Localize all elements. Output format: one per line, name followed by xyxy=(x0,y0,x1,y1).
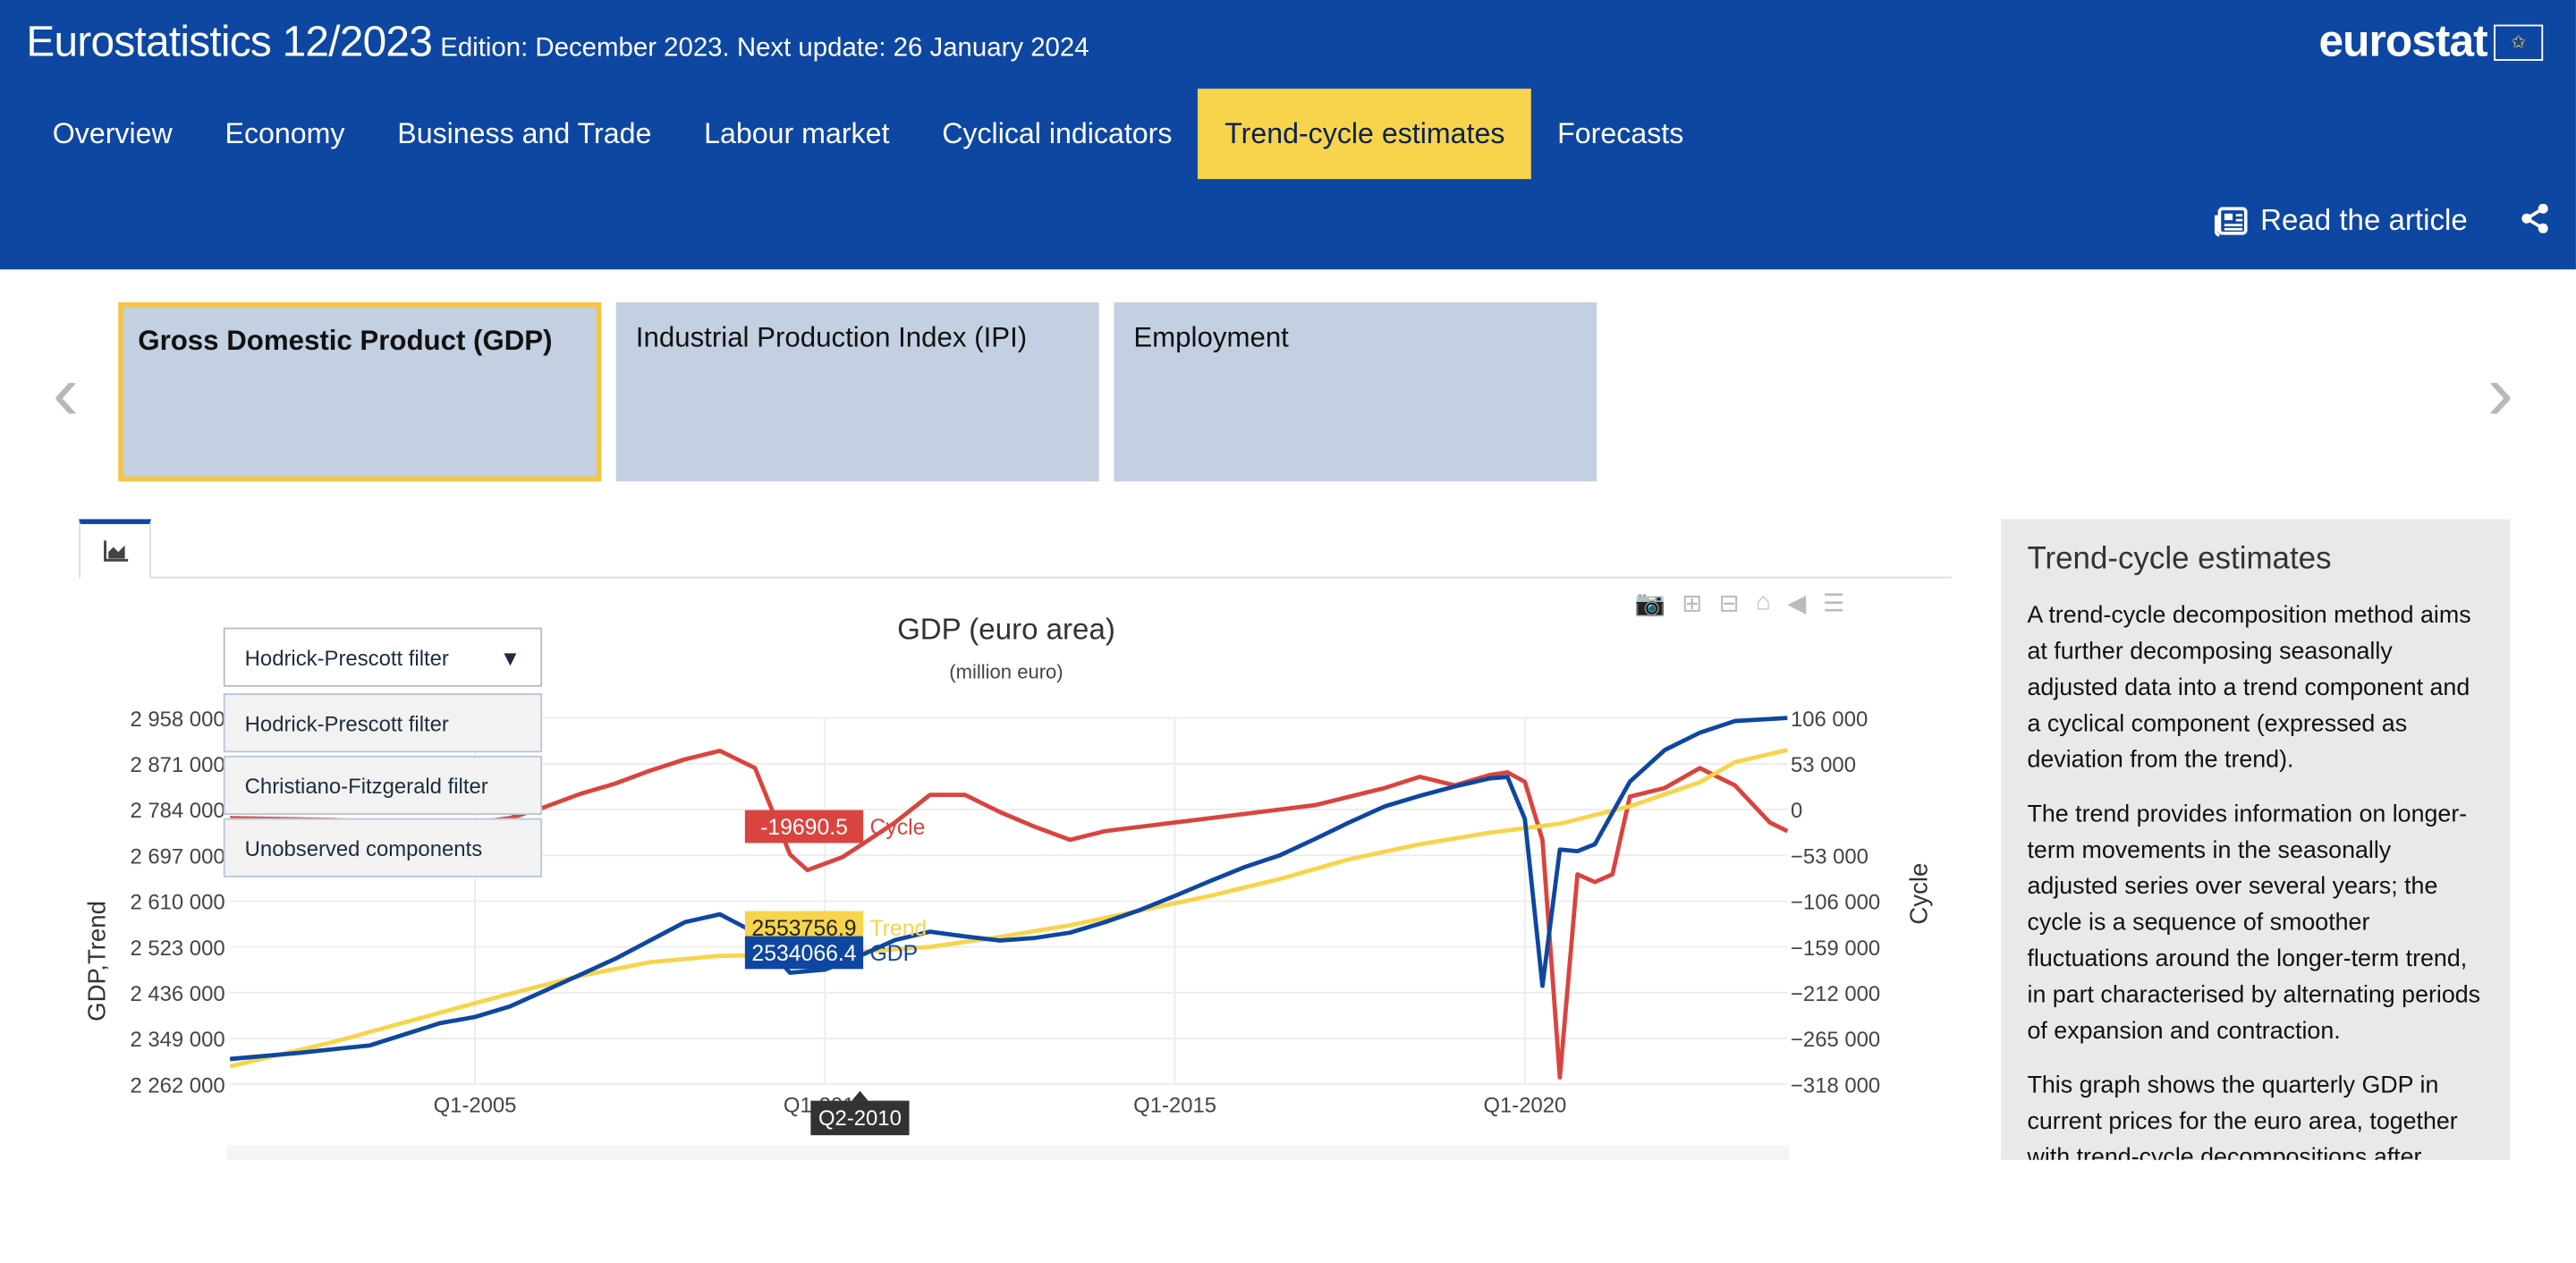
y-tick-label: 2 436 000 xyxy=(130,982,225,1006)
read-article-label: Read the article xyxy=(2260,203,2468,237)
edition-info: Edition: December 2023. Next update: 26 … xyxy=(440,34,1089,63)
y-tick-label: 2 871 000 xyxy=(130,753,225,777)
logo-text: eurostat xyxy=(2318,16,2487,66)
info-panel-title: Trend-cycle estimates xyxy=(2027,542,2332,577)
filter-dropdown[interactable]: Hodrick-Prescott filter ▼ xyxy=(223,627,543,687)
nav-overview[interactable]: Overview xyxy=(26,89,199,179)
filter-option-hp[interactable]: Hodrick-Prescott filter xyxy=(223,693,543,753)
info-paragraph-1: A trend-cycle decomposition method aims … xyxy=(2027,603,2471,775)
y-tick-label: 2 262 000 xyxy=(130,1073,225,1098)
nav-labour-market[interactable]: Labour market xyxy=(678,89,916,179)
y2-tick-label: −265 000 xyxy=(1791,1028,1880,1052)
y-tick-label: 2 697 000 xyxy=(130,844,225,869)
y-tick-label: 2 958 000 xyxy=(130,708,225,732)
read-article-button[interactable]: Read the article xyxy=(2214,203,2468,239)
y-axis-ticks: 2 958 000 2 871 000 2 784 000 2 697 000 2 61… xyxy=(130,708,225,1098)
y2-tick-label: 53 000 xyxy=(1791,753,1856,777)
header: Eurostatistics 12/2023 Edition: December… xyxy=(0,0,2576,270)
eurostat-logo[interactable]: eurostat ✩ xyxy=(2318,16,2544,67)
main-nav: Overview Economy Business and Trade Labo… xyxy=(26,89,1710,180)
info-paragraph-2: The trend provides information on longer… xyxy=(2027,801,2481,1046)
newspaper-icon xyxy=(2214,206,2248,236)
nav-forecasts[interactable]: Forecasts xyxy=(1531,89,1710,179)
hover-name-trend: Trend xyxy=(869,917,927,941)
info-panel: Trend-cycle estimates A trend-cycle deco… xyxy=(2001,519,2511,1160)
x-tick-label: Q1-2020 xyxy=(1483,1093,1566,1117)
y-axis-label: GDP,Trend xyxy=(83,901,111,1021)
filter-option-cf[interactable]: Christiano-Fitzgerald filter xyxy=(223,755,543,816)
page-title: Eurostatistics 12/2023 xyxy=(26,16,433,66)
hover-name-gdp: GDP xyxy=(869,942,918,966)
y2-tick-label: −159 000 xyxy=(1791,937,1880,961)
prev-arrow-icon[interactable]: ‹ xyxy=(53,348,79,438)
y2-tick-label: 106 000 xyxy=(1791,708,1868,732)
area-chart-icon xyxy=(103,540,128,562)
nav-trend-cycle[interactable]: Trend-cycle estimates xyxy=(1198,89,1531,180)
y2-tick-label: −106 000 xyxy=(1791,891,1880,915)
hover-x-label: Q2-2010 xyxy=(818,1106,902,1131)
y2-tick-label: −53 000 xyxy=(1791,844,1868,869)
x-tick-label: Q1-2005 xyxy=(434,1093,517,1117)
indicator-tabs: Gross Domestic Product (GDP) Industrial … xyxy=(118,301,1597,482)
nav-economy[interactable]: Economy xyxy=(199,89,371,179)
tab-employment[interactable]: Employment xyxy=(1114,301,1597,482)
share-button[interactable] xyxy=(2520,203,2549,242)
y2-axis-label: Cycle xyxy=(1904,863,1932,925)
y-tick-label: 2 523 000 xyxy=(130,937,225,961)
chart-tabbar xyxy=(79,519,1952,579)
tab-ipi[interactable]: Industrial Production Index (IPI) xyxy=(615,301,1099,482)
y2-tick-label: −318 000 xyxy=(1791,1073,1880,1098)
filter-selected: Hodrick-Prescott filter xyxy=(244,644,449,670)
next-arrow-icon[interactable]: › xyxy=(2487,348,2513,438)
eu-flag-icon: ✩ xyxy=(2494,23,2544,61)
hover-value-gdp: 2534066.4 xyxy=(751,942,856,966)
chart-view-tab[interactable] xyxy=(79,519,151,579)
nav-business-trade[interactable]: Business and Trade xyxy=(371,89,678,179)
y-tick-label: 2 784 000 xyxy=(130,799,225,823)
x-axis-ticks: Q1-2005Q1-2010Q1-2015Q1-2020 xyxy=(434,1093,1567,1117)
info-paragraph-3: This graph shows the quarterly GDP in cu… xyxy=(2027,1072,2458,1160)
y-tick-label: 2 610 000 xyxy=(130,891,225,915)
y2-axis-ticks: 106 000 53 000 0 −53 000 −106 000 −159 000 −21… xyxy=(1791,708,1880,1098)
share-icon xyxy=(2521,203,2548,233)
app-root: Eurostatistics 12/2023 Edition: December… xyxy=(0,0,2576,1160)
x-tick-label: Q1-2015 xyxy=(1133,1093,1216,1117)
hover-value-cycle: -19690.5 xyxy=(760,816,848,840)
filter-option-uc[interactable]: Unobserved components xyxy=(223,818,543,877)
range-selector[interactable] xyxy=(226,1145,1790,1160)
nav-cyclical-indicators[interactable]: Cyclical indicators xyxy=(916,89,1199,179)
hover-name-cycle: Cycle xyxy=(869,816,925,840)
dropdown-caret-icon: ▼ xyxy=(499,644,521,670)
y2-tick-label: −212 000 xyxy=(1791,982,1880,1006)
y-tick-label: 2 349 000 xyxy=(130,1028,225,1052)
tab-gdp[interactable]: Gross Domestic Product (GDP) xyxy=(118,301,602,482)
y2-tick-label: 0 xyxy=(1791,799,1802,823)
